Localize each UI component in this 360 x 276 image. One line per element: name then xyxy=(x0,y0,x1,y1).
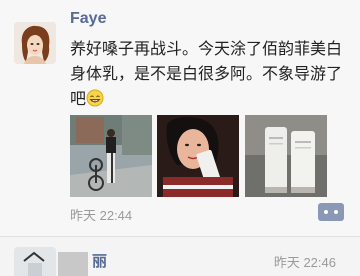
post-photo-2[interactable] xyxy=(157,115,239,197)
blurred-area xyxy=(58,252,88,276)
next-post-timestamp: 昨天 22:46 xyxy=(273,255,336,270)
next-avatar[interactable] xyxy=(14,247,56,276)
post-username[interactable]: Faye xyxy=(70,10,106,28)
avatar[interactable] xyxy=(14,22,56,64)
comment-icon xyxy=(318,203,344,221)
moment-post: Faye 养好嗓子再战斗。今天涂了佰韵菲美白身体乳，是不是白很多阿。不象导游了吧 xyxy=(0,0,360,236)
post-timestamp: 昨天 22:44 xyxy=(70,208,133,223)
comment-button[interactable] xyxy=(318,203,344,221)
post-text-body: 养好嗓子再战斗。今天涂了佰韵菲美白身体乳，是不是白很多阿。不象导游了吧 xyxy=(70,39,343,108)
next-post-username[interactable]: 丽 xyxy=(92,250,107,271)
post-photo-1[interactable] xyxy=(70,115,152,197)
grin-emoji-icon xyxy=(86,89,104,107)
post-photo-3[interactable] xyxy=(245,115,327,197)
post-text: 养好嗓子再战斗。今天涂了佰韵菲美白身体乳，是不是白很多阿。不象导游了吧 xyxy=(70,36,350,111)
